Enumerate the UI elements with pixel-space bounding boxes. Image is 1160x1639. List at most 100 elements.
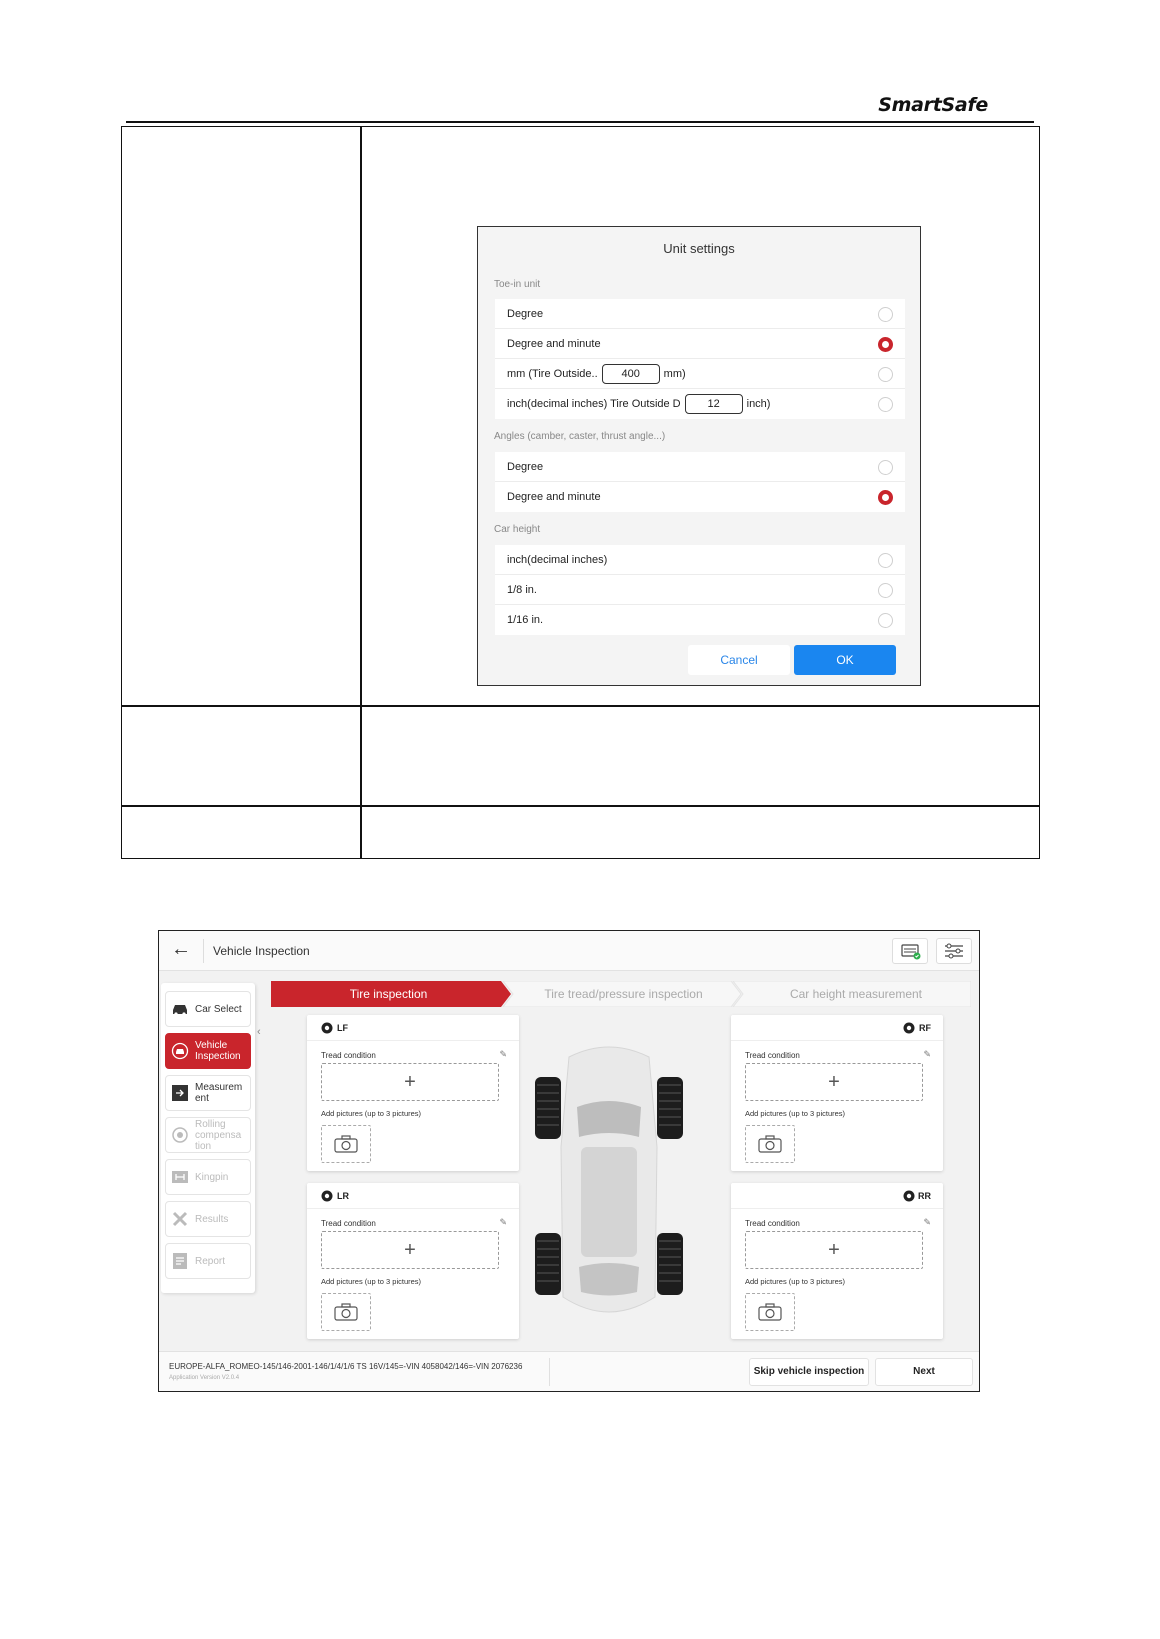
radio-button[interactable]	[878, 307, 893, 322]
angle-option-degree-minute[interactable]: Degree and minute	[495, 482, 905, 512]
radio-button-selected[interactable]	[878, 337, 893, 352]
radio-button[interactable]	[878, 460, 893, 475]
option-unit: mm)	[663, 367, 686, 380]
header-rule	[126, 121, 1034, 123]
step-tire-inspection[interactable]: Tire inspection	[271, 981, 506, 1007]
angle-options: Degree Degree and minute	[495, 452, 905, 512]
edit-icon[interactable]: ✎	[923, 1049, 931, 1060]
step-tire-tread-pressure[interactable]: Tire tread/pressure inspection	[511, 981, 736, 1007]
add-pictures-label: Add pictures (up to 3 pictures)	[321, 1277, 422, 1286]
tread-condition-label: Tread condition	[321, 1051, 376, 1060]
back-arrow-icon[interactable]: ←	[171, 938, 191, 961]
collapse-sidebar-icon[interactable]: ‹	[257, 1026, 261, 1038]
radio-button[interactable]	[878, 397, 893, 412]
sidebar-item-rolling-compensation[interactable]: Rolling compensa tion	[165, 1117, 251, 1153]
sidebar: Car Select Vehicle Inspection Measurem e…	[161, 983, 255, 1293]
tire-position-label: LF	[337, 1023, 348, 1033]
toe-in-option-mm[interactable]: mm (Tire Outside.. 400 mm)	[495, 359, 905, 389]
add-picture-button[interactable]	[745, 1125, 795, 1163]
edit-icon[interactable]: ✎	[499, 1217, 507, 1228]
ok-button[interactable]: OK	[794, 645, 896, 675]
toe-in-option-inch[interactable]: inch(decimal inches) Tire Outside D 12 i…	[495, 389, 905, 419]
tire-position-label: RF	[919, 1023, 931, 1033]
tire-diameter-inch-input[interactable]: 12	[684, 394, 743, 414]
vehicle-info: EUROPE-ALFA_ROMEO-145/146-2001-146/1/4/1…	[169, 1362, 523, 1371]
car-height-option-sixteenth[interactable]: 1/16 in.	[495, 605, 905, 635]
settings-button[interactable]	[936, 938, 972, 964]
sidebar-item-label: Car Select	[195, 1003, 242, 1015]
device-connected-icon	[901, 944, 921, 960]
angle-option-degree[interactable]: Degree	[495, 452, 905, 482]
option-label: mm (Tire Outside..	[507, 367, 598, 380]
add-tread-condition-button[interactable]: +	[745, 1063, 923, 1101]
tire-diameter-mm-input[interactable]: 400	[601, 363, 660, 384]
app-version: Application Version V2.0.4	[169, 1375, 240, 1381]
unit-settings-dialog: Unit settings Toe-in unit Degree Degree …	[477, 226, 921, 686]
camera-icon	[334, 1135, 358, 1153]
option-label: inch(decimal inches) Tire Outside D	[507, 398, 681, 410]
sidebar-item-label: Rolling compensa tion	[195, 1118, 242, 1152]
add-tread-condition-button[interactable]: +	[321, 1231, 499, 1269]
tire-card-rr: RR Tread condition ✎ + Add pictures (up …	[731, 1183, 943, 1339]
toe-in-option-degree[interactable]: Degree	[495, 299, 905, 329]
add-picture-button[interactable]	[321, 1125, 371, 1163]
toe-in-options: Degree Degree and minute mm (Tire Outsid…	[495, 299, 905, 419]
radio-button[interactable]	[878, 367, 893, 382]
document-table: Unit settings Toe-in unit Degree Degree …	[121, 126, 1040, 859]
sidebar-item-kingpin[interactable]: Kingpin	[165, 1159, 251, 1195]
camera-icon	[758, 1135, 782, 1153]
radio-button[interactable]	[878, 583, 893, 598]
wheel-rear-right	[657, 1233, 683, 1295]
table-row-divider	[122, 705, 1039, 707]
sidebar-item-vehicle-inspection[interactable]: Vehicle Inspection	[165, 1033, 251, 1069]
car-inspect-icon	[170, 1042, 190, 1060]
tire-card-rf: RF Tread condition ✎ + Add pictures (up …	[731, 1015, 943, 1171]
car-height-section-label: Car height	[494, 524, 541, 535]
car-height-options: inch(decimal inches) 1/8 in. 1/16 in.	[495, 545, 905, 635]
dialog-title: Unit settings	[663, 241, 735, 256]
tire-card-header: LF	[307, 1015, 519, 1041]
wheel-rear-left	[535, 1233, 561, 1295]
inspection-steps: Tire inspection Tire tread/pressure insp…	[271, 981, 971, 1007]
device-status-button[interactable]	[892, 938, 928, 964]
car-top-view	[535, 1046, 683, 1313]
option-label: 1/8 in.	[507, 583, 537, 596]
radio-button[interactable]	[878, 553, 893, 568]
sidebar-item-label: Measurem ent	[195, 1082, 243, 1104]
skip-vehicle-inspection-button[interactable]: Skip vehicle inspection	[749, 1358, 869, 1386]
step-car-height[interactable]: Car height measurement	[741, 981, 971, 1007]
car-height-option-inch[interactable]: inch(decimal inches)	[495, 545, 905, 575]
car-height-option-eighth[interactable]: 1/8 in.	[495, 575, 905, 605]
tread-condition-label: Tread condition	[321, 1219, 376, 1228]
camera-icon	[334, 1303, 358, 1321]
angles-section-label: Angles (camber, caster, thrust angle...)	[494, 431, 666, 442]
tire-icon	[321, 1190, 333, 1202]
next-button[interactable]: Next	[875, 1358, 973, 1386]
sliders-icon	[945, 943, 963, 959]
add-pictures-label: Add pictures (up to 3 pictures)	[745, 1277, 846, 1286]
sidebar-item-car-select[interactable]: Car Select	[165, 991, 251, 1027]
sidebar-item-measurement[interactable]: Measurem ent	[165, 1075, 251, 1111]
sidebar-item-results[interactable]: Results	[165, 1201, 251, 1237]
cancel-button[interactable]: Cancel	[688, 645, 790, 675]
add-picture-button[interactable]	[745, 1293, 795, 1331]
report-icon	[170, 1252, 190, 1270]
camera-icon	[758, 1303, 782, 1321]
tire-position-label: LR	[337, 1191, 349, 1201]
add-tread-condition-button[interactable]: +	[745, 1231, 923, 1269]
add-picture-button[interactable]	[321, 1293, 371, 1331]
radio-button[interactable]	[878, 613, 893, 628]
edit-icon[interactable]: ✎	[499, 1049, 507, 1060]
tire-icon	[321, 1022, 333, 1034]
tire-card-header: RF	[731, 1015, 943, 1041]
toe-in-option-degree-minute[interactable]: Degree and minute	[495, 329, 905, 359]
add-tread-condition-button[interactable]: +	[321, 1063, 499, 1101]
radio-button-selected[interactable]	[878, 490, 893, 505]
tire-card-header: RR	[731, 1183, 943, 1209]
rolling-icon	[170, 1126, 190, 1144]
tread-condition-label: Tread condition	[745, 1219, 800, 1228]
edit-icon[interactable]: ✎	[923, 1217, 931, 1228]
sidebar-item-label: Vehicle Inspection	[195, 1040, 241, 1062]
sidebar-item-report[interactable]: Report	[165, 1243, 251, 1279]
sidebar-item-label: Kingpin	[195, 1171, 229, 1183]
